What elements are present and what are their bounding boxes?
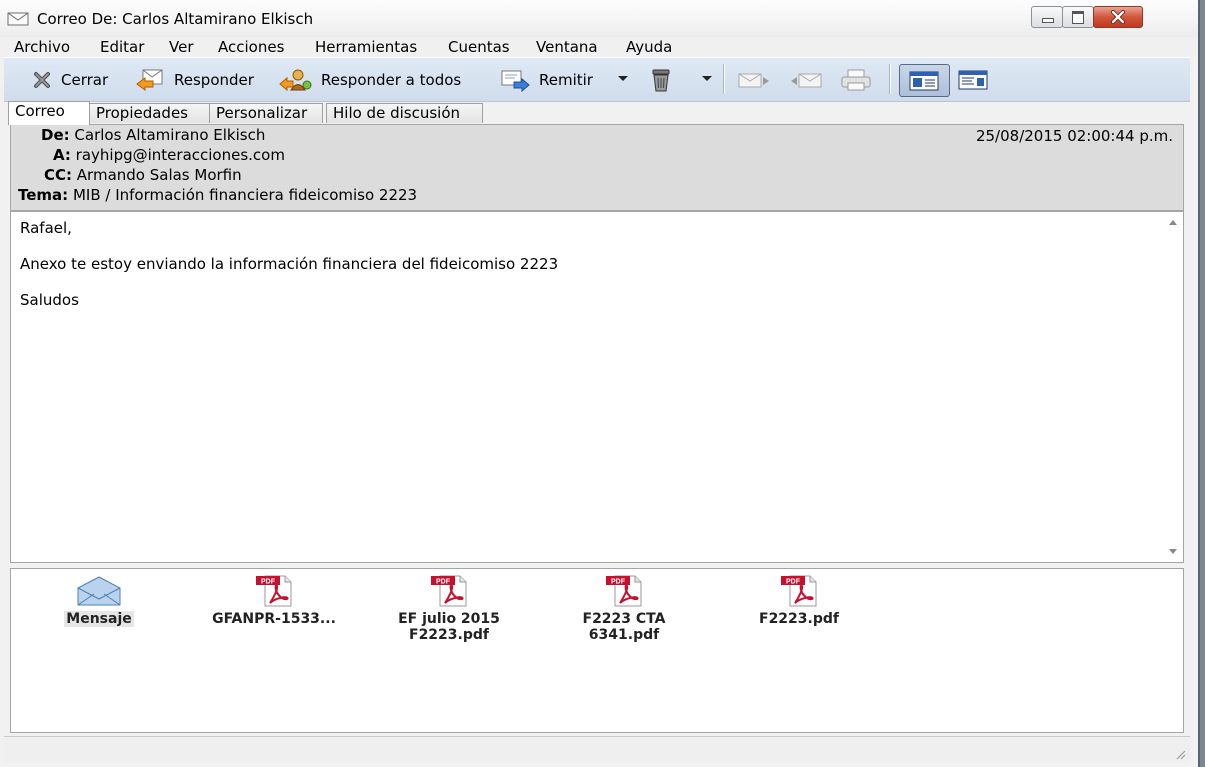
svg-text:PDF: PDF bbox=[786, 579, 801, 586]
svg-text:PDF: PDF bbox=[436, 579, 451, 586]
reply-icon bbox=[136, 69, 163, 91]
menu-editar[interactable]: Editar bbox=[100, 38, 144, 56]
attachment-label: F2223.pdf bbox=[759, 611, 839, 627]
close-label: Cerrar bbox=[61, 70, 109, 89]
delete-button[interactable] bbox=[648, 58, 674, 101]
email-window: Correo De: Carlos Altamirano Elkisch Arc… bbox=[0, 0, 1200, 767]
reply-all-icon bbox=[279, 69, 312, 91]
preview-pane-icon bbox=[909, 71, 939, 91]
attachments-pane: Mensaje PDF GFANPR-1533... PDF EF julio … bbox=[10, 568, 1184, 733]
attachment-pdf[interactable]: PDF EF julio 2015 F2223.pdf bbox=[374, 575, 524, 643]
pdf-icon: PDF bbox=[606, 575, 642, 607]
toolbar-separator bbox=[723, 64, 724, 94]
menu-ver[interactable]: Ver bbox=[169, 38, 194, 56]
attachment-label: Mensaje bbox=[64, 611, 134, 627]
attachment-label: GFANPR-1533... bbox=[212, 611, 336, 627]
scroll-down-icon[interactable] bbox=[1169, 549, 1177, 554]
toolbar-separator bbox=[889, 64, 890, 94]
body-line: Rafael, bbox=[20, 219, 72, 237]
menu-bar: Archivo Editar Ver Acciones Herramientas… bbox=[0, 37, 1198, 57]
subject-row: Tema: MIB / Información financiera fidei… bbox=[18, 186, 417, 204]
status-bar bbox=[4, 736, 1190, 763]
attachment-label: EF julio 2015 F2223.pdf bbox=[398, 611, 500, 643]
close-icon bbox=[1111, 10, 1125, 24]
envelope-icon bbox=[7, 11, 29, 31]
cc-row: CC: Armando Salas Morfin bbox=[44, 166, 242, 184]
pdf-icon: PDF bbox=[256, 575, 292, 607]
printer-icon bbox=[841, 69, 871, 90]
header-view-icon bbox=[958, 70, 988, 89]
minimize-icon bbox=[1042, 18, 1054, 23]
tab-hilo-de-discusion[interactable]: Hilo de discusión bbox=[326, 103, 483, 123]
body-line: Anexo te estoy enviando la información f… bbox=[20, 255, 559, 273]
reply-label: Responder bbox=[174, 70, 254, 89]
attachment-pdf[interactable]: PDF GFANPR-1533... bbox=[199, 575, 349, 627]
svg-text:PDF: PDF bbox=[611, 579, 626, 586]
previous-message-button[interactable] bbox=[789, 58, 823, 101]
body-line: Saludos bbox=[20, 291, 79, 309]
toolbar: Cerrar Responder Responder a todos Remit… bbox=[4, 57, 1190, 102]
previous-message-icon bbox=[791, 73, 822, 87]
attachment-pdf[interactable]: PDF F2223.pdf bbox=[724, 575, 874, 627]
pdf-icon: PDF bbox=[431, 575, 467, 607]
minimize-button[interactable] bbox=[1031, 6, 1063, 28]
preview-pane-toggle[interactable] bbox=[899, 64, 950, 97]
forward-dropdown-icon[interactable] bbox=[618, 76, 628, 81]
vertical-scrollbar[interactable] bbox=[1165, 214, 1181, 560]
pdf-icon: PDF bbox=[781, 575, 817, 607]
message-header: De: Carlos Altamirano Elkisch A: rayhipg… bbox=[10, 124, 1184, 211]
trash-icon bbox=[652, 69, 670, 91]
forward-label: Remitir bbox=[539, 70, 593, 89]
to-row: A: rayhipg@interacciones.com bbox=[53, 146, 285, 164]
menu-archivo[interactable]: Archivo bbox=[14, 38, 70, 56]
message-body[interactable]: Rafael, Anexo te estoy enviando la infor… bbox=[10, 211, 1184, 563]
delete-dropdown-icon[interactable] bbox=[702, 76, 712, 81]
menu-cuentas[interactable]: Cuentas bbox=[448, 38, 510, 56]
menu-ayuda[interactable]: Ayuda bbox=[626, 38, 672, 56]
received-date: 25/08/2015 02:00:44 p.m. bbox=[975, 127, 1173, 145]
attachment-mensaje[interactable]: Mensaje bbox=[24, 575, 174, 627]
menu-ventana[interactable]: Ventana bbox=[536, 38, 598, 56]
menu-acciones[interactable]: Acciones bbox=[218, 38, 284, 56]
forward-button[interactable]: Remitir bbox=[500, 58, 593, 101]
to-value[interactable]: rayhipg@interacciones.com bbox=[76, 146, 285, 164]
menu-herramientas[interactable]: Herramientas bbox=[315, 38, 417, 56]
svg-text:PDF: PDF bbox=[261, 579, 276, 586]
attachment-pdf[interactable]: PDF F2223 CTA 6341.pdf bbox=[549, 575, 699, 643]
subject-value: MIB / Información financiera fideicomiso… bbox=[72, 186, 418, 204]
maximize-button[interactable] bbox=[1062, 6, 1094, 28]
attachment-label: F2223 CTA 6341.pdf bbox=[582, 611, 666, 643]
tab-personalizar[interactable]: Personalizar bbox=[209, 103, 323, 123]
header-view-toggle[interactable] bbox=[958, 58, 988, 101]
from-value[interactable]: Carlos Altamirano Elkisch bbox=[74, 126, 265, 144]
reply-button[interactable]: Responder bbox=[135, 58, 254, 101]
resize-grip-icon[interactable] bbox=[1174, 748, 1186, 760]
close-button[interactable]: Cerrar bbox=[32, 58, 108, 101]
window-title: Correo De: Carlos Altamirano Elkisch bbox=[37, 10, 314, 28]
tab-correo[interactable]: Correo bbox=[8, 101, 90, 125]
forward-icon bbox=[501, 70, 530, 92]
reply-all-button[interactable]: Responder a todos bbox=[278, 58, 461, 101]
from-label: De: bbox=[41, 126, 70, 144]
title-bar[interactable]: Correo De: Carlos Altamirano Elkisch bbox=[0, 0, 1198, 37]
maximize-icon bbox=[1072, 11, 1084, 24]
scroll-up-icon[interactable] bbox=[1169, 220, 1177, 225]
from-row: De: Carlos Altamirano Elkisch bbox=[41, 126, 265, 144]
close-x-icon bbox=[34, 71, 50, 88]
subject-label: Tema: bbox=[18, 186, 69, 204]
tab-propiedades[interactable]: Propiedades bbox=[89, 103, 210, 123]
close-window-button[interactable] bbox=[1093, 6, 1143, 28]
next-message-icon bbox=[738, 73, 769, 87]
reply-all-label: Responder a todos bbox=[321, 70, 462, 89]
envelope-icon bbox=[77, 576, 121, 606]
next-message-button[interactable] bbox=[737, 58, 771, 101]
to-label: A: bbox=[53, 146, 71, 164]
print-button[interactable] bbox=[839, 58, 873, 101]
cc-value[interactable]: Armando Salas Morfin bbox=[77, 166, 242, 184]
cc-label: CC: bbox=[44, 166, 73, 184]
